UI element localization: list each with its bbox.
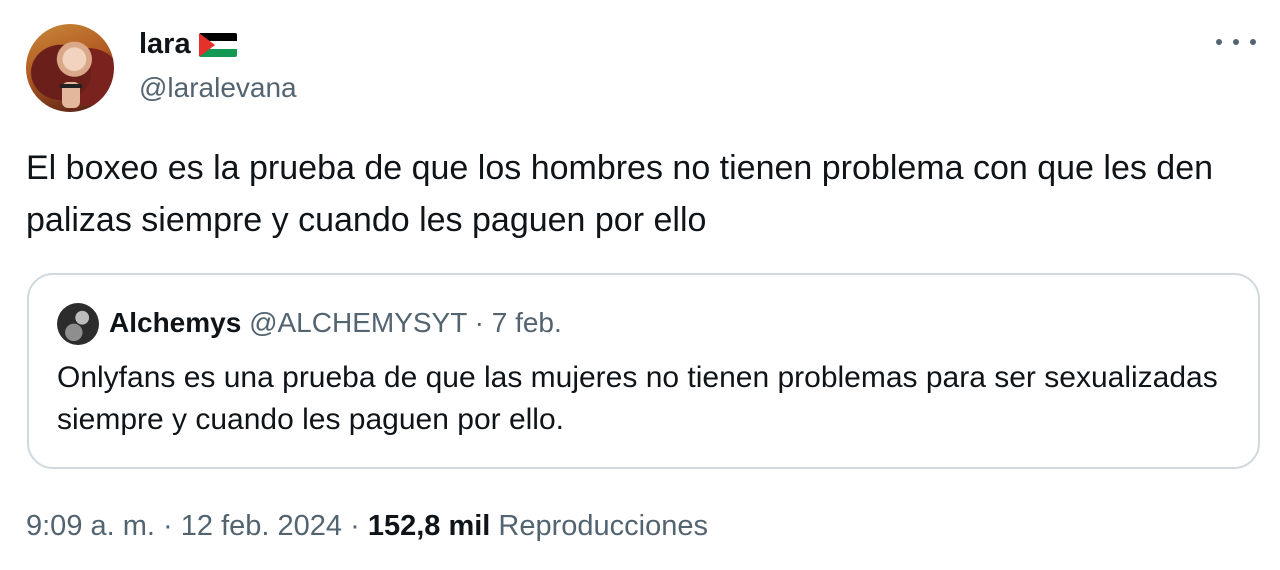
author-handle[interactable]: @laralevana: [139, 70, 297, 106]
tweet-footer: 9:09 a. m. · 12 feb. 2024 · 152,8 mil Re…: [26, 506, 708, 546]
more-dot: [1250, 39, 1256, 45]
quoted-date: 7 feb.: [491, 307, 562, 338]
tweet-time[interactable]: 9:09 a. m.: [26, 510, 155, 542]
author-avatar[interactable]: [26, 24, 114, 112]
footer-separator: ·: [350, 510, 360, 542]
quoted-author-avatar: [57, 303, 99, 345]
quoted-handle: @ALCHEMYSYT: [249, 307, 467, 338]
more-horizontal-icon[interactable]: [1216, 30, 1256, 54]
footer-separator: ·: [163, 510, 173, 542]
more-dot: [1233, 39, 1239, 45]
quoted-display-name: Alchemys: [109, 307, 242, 338]
quoted-header: Alchemys @ALCHEMYSYT · 7 feb.: [109, 305, 562, 341]
tweet-text: El boxeo es la prueba de que los hombres…: [26, 149, 1214, 239]
palestine-flag-icon: [198, 33, 237, 57]
more-dot: [1216, 39, 1222, 45]
quoted-tweet[interactable]: Alchemys @ALCHEMYSYT · 7 feb. Onlyfans e…: [27, 273, 1260, 469]
tweet-date[interactable]: 12 feb. 2024: [181, 510, 342, 542]
views-label: Reproducciones: [498, 510, 708, 542]
avatar-choker: [60, 84, 82, 88]
quoted-text: Onlyfans es una prueba de que las mujere…: [57, 361, 1218, 436]
author-name-row[interactable]: lara: [139, 26, 237, 62]
views-count: 152,8 mil: [367, 510, 491, 542]
quoted-separator: ·: [474, 307, 484, 338]
tweet: lara @laralevana El boxeo es la prueba d…: [0, 0, 1280, 570]
author-display-name[interactable]: lara: [139, 26, 191, 62]
